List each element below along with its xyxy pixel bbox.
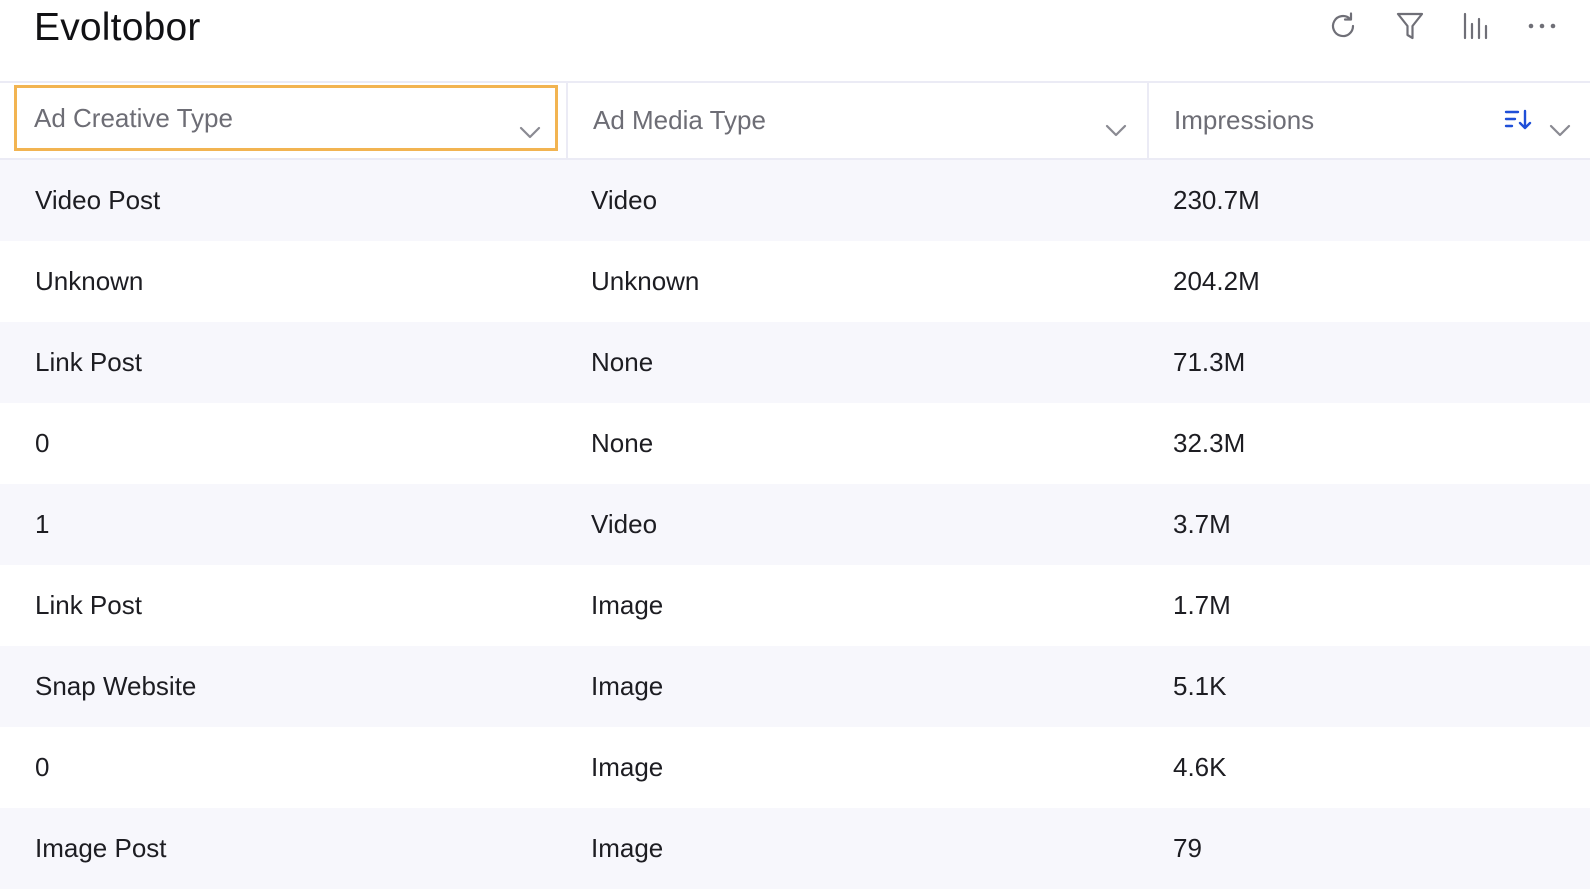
cell-impressions: 4.6K (1173, 752, 1227, 782)
table-row[interactable]: 0 Image 4.6K (0, 727, 1590, 808)
column-header-label: Ad Media Type (593, 105, 766, 135)
more-button[interactable] (1524, 10, 1560, 46)
cell-ad-media-type: Video (591, 509, 658, 539)
table-row[interactable]: 1 Video 3.7M (0, 484, 1590, 565)
cell-ad-creative-type: Video Post (35, 185, 161, 215)
chart-button[interactable] (1458, 10, 1494, 46)
table-row[interactable]: Video Post Video 230.7M (0, 160, 1590, 241)
column-header-label: Impressions (1174, 105, 1315, 135)
filter-button[interactable] (1392, 10, 1428, 46)
cell-impressions: 230.7M (1173, 185, 1260, 215)
table-row[interactable]: Snap Website Image 5.1K (0, 646, 1590, 727)
table-row[interactable]: Link Post None 71.3M (0, 322, 1590, 403)
column-header-ad-media-type[interactable]: Ad Media Type (566, 83, 1147, 158)
cell-ad-creative-type: Link Post (35, 590, 142, 620)
chevron-down-icon[interactable] (1105, 114, 1127, 137)
refresh-icon (1328, 10, 1360, 47)
cell-ad-media-type: Image (591, 671, 664, 701)
chevron-down-icon[interactable] (519, 116, 541, 139)
table-row[interactable]: Unknown Unknown 204.2M (0, 241, 1590, 322)
column-header-label: Ad Creative Type (34, 102, 233, 133)
cell-ad-media-type: Video (591, 185, 658, 215)
cell-impressions: 3.7M (1173, 509, 1231, 539)
cell-impressions: 1.7M (1173, 590, 1231, 620)
chevron-down-icon[interactable] (1549, 114, 1571, 137)
filter-icon (1394, 10, 1426, 47)
column-header-impressions[interactable]: Impressions (1147, 83, 1590, 158)
cell-ad-media-type: Image (591, 833, 664, 863)
cell-ad-creative-type: 1 (35, 509, 50, 539)
table-body: Video Post Video 230.7M Unknown Unknown … (0, 160, 1590, 889)
cell-ad-creative-type: Link Post (35, 347, 142, 377)
cell-impressions: 204.2M (1173, 266, 1260, 296)
cell-ad-creative-type: Image Post (35, 833, 167, 863)
refresh-button[interactable] (1326, 10, 1362, 46)
cell-ad-media-type: Image (591, 752, 664, 782)
widget-header: Evoltobor (0, 0, 1590, 83)
cell-ad-media-type: None (591, 347, 654, 377)
table-header: Ad Creative Type Ad Media Type Impressio… (0, 83, 1590, 160)
table-row[interactable]: 0 None 32.3M (0, 403, 1590, 484)
cell-impressions: 5.1K (1173, 671, 1227, 701)
cell-ad-media-type: Image (591, 590, 664, 620)
more-horizontal-icon (1526, 10, 1558, 47)
chart-bars-icon (1460, 10, 1492, 47)
cell-ad-media-type: None (591, 428, 654, 458)
sort-descending-icon[interactable] (1504, 108, 1532, 132)
table-row[interactable]: Link Post Image 1.7M (0, 565, 1590, 646)
focused-column-outline: Ad Creative Type (14, 85, 558, 151)
widget-title: Evoltobor (34, 6, 201, 49)
widget-toolbar (1326, 10, 1560, 46)
cell-ad-creative-type: Unknown (35, 266, 144, 296)
table-row[interactable]: Image Post Image 79 (0, 808, 1590, 889)
cell-impressions: 79 (1173, 833, 1202, 863)
cell-impressions: 71.3M (1173, 347, 1246, 377)
cell-ad-creative-type: 0 (35, 752, 50, 782)
cell-ad-creative-type: 0 (35, 428, 50, 458)
cell-ad-creative-type: Snap Website (35, 671, 197, 701)
cell-impressions: 32.3M (1173, 428, 1246, 458)
cell-ad-media-type: Unknown (591, 266, 700, 296)
column-header-ad-creative-type[interactable]: Ad Creative Type (0, 83, 566, 158)
